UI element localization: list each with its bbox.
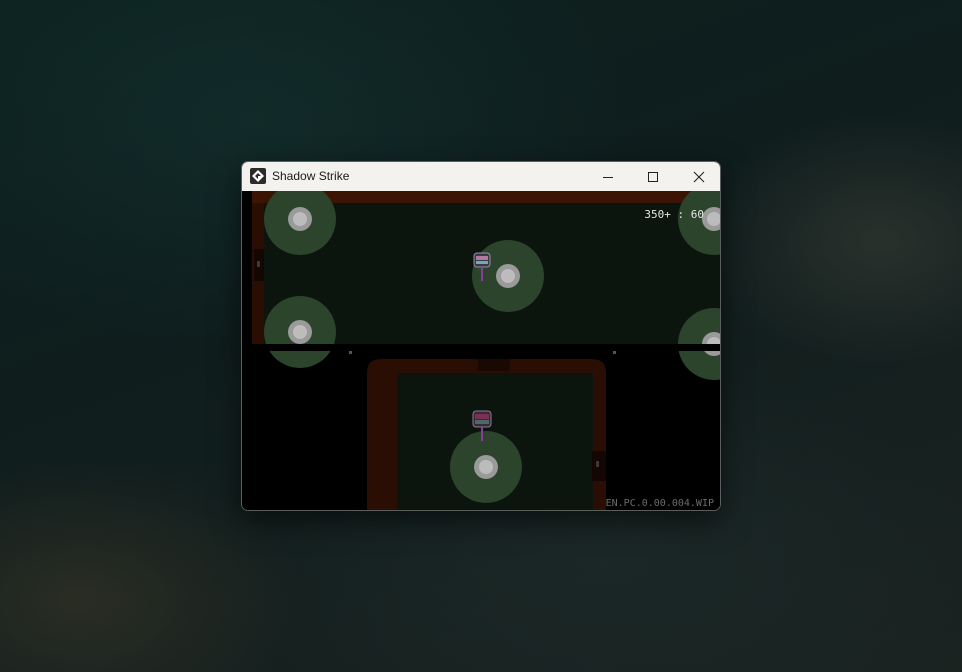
title-bar[interactable]: Shadow Strike: [242, 162, 720, 191]
desktop-background: Shadow Strike 350+: 60 EN.PC.0.00.004.W…: [0, 0, 962, 672]
close-button[interactable]: [676, 162, 720, 191]
game-scene: [242, 191, 720, 510]
window-title: Shadow Strike: [272, 169, 350, 183]
bottom-room: [367, 359, 606, 510]
minimize-button[interactable]: [585, 162, 631, 191]
minimize-icon: [603, 176, 613, 178]
close-icon: [693, 171, 705, 182]
maximize-icon: [648, 171, 658, 182]
maximize-button[interactable]: [630, 162, 676, 191]
score-display: 350+ : 60: [644, 208, 704, 221]
version-label: EN.PC.0.00.004.WIP: [605, 498, 714, 509]
game-viewport[interactable]: 350+ : 60 EN.PC.0.00.004.WIP: [242, 191, 720, 510]
game-window: Shadow Strike 350+: 60 EN.PC.0.00.004.W…: [241, 161, 721, 511]
gamemaker-logo-icon: [250, 168, 266, 184]
